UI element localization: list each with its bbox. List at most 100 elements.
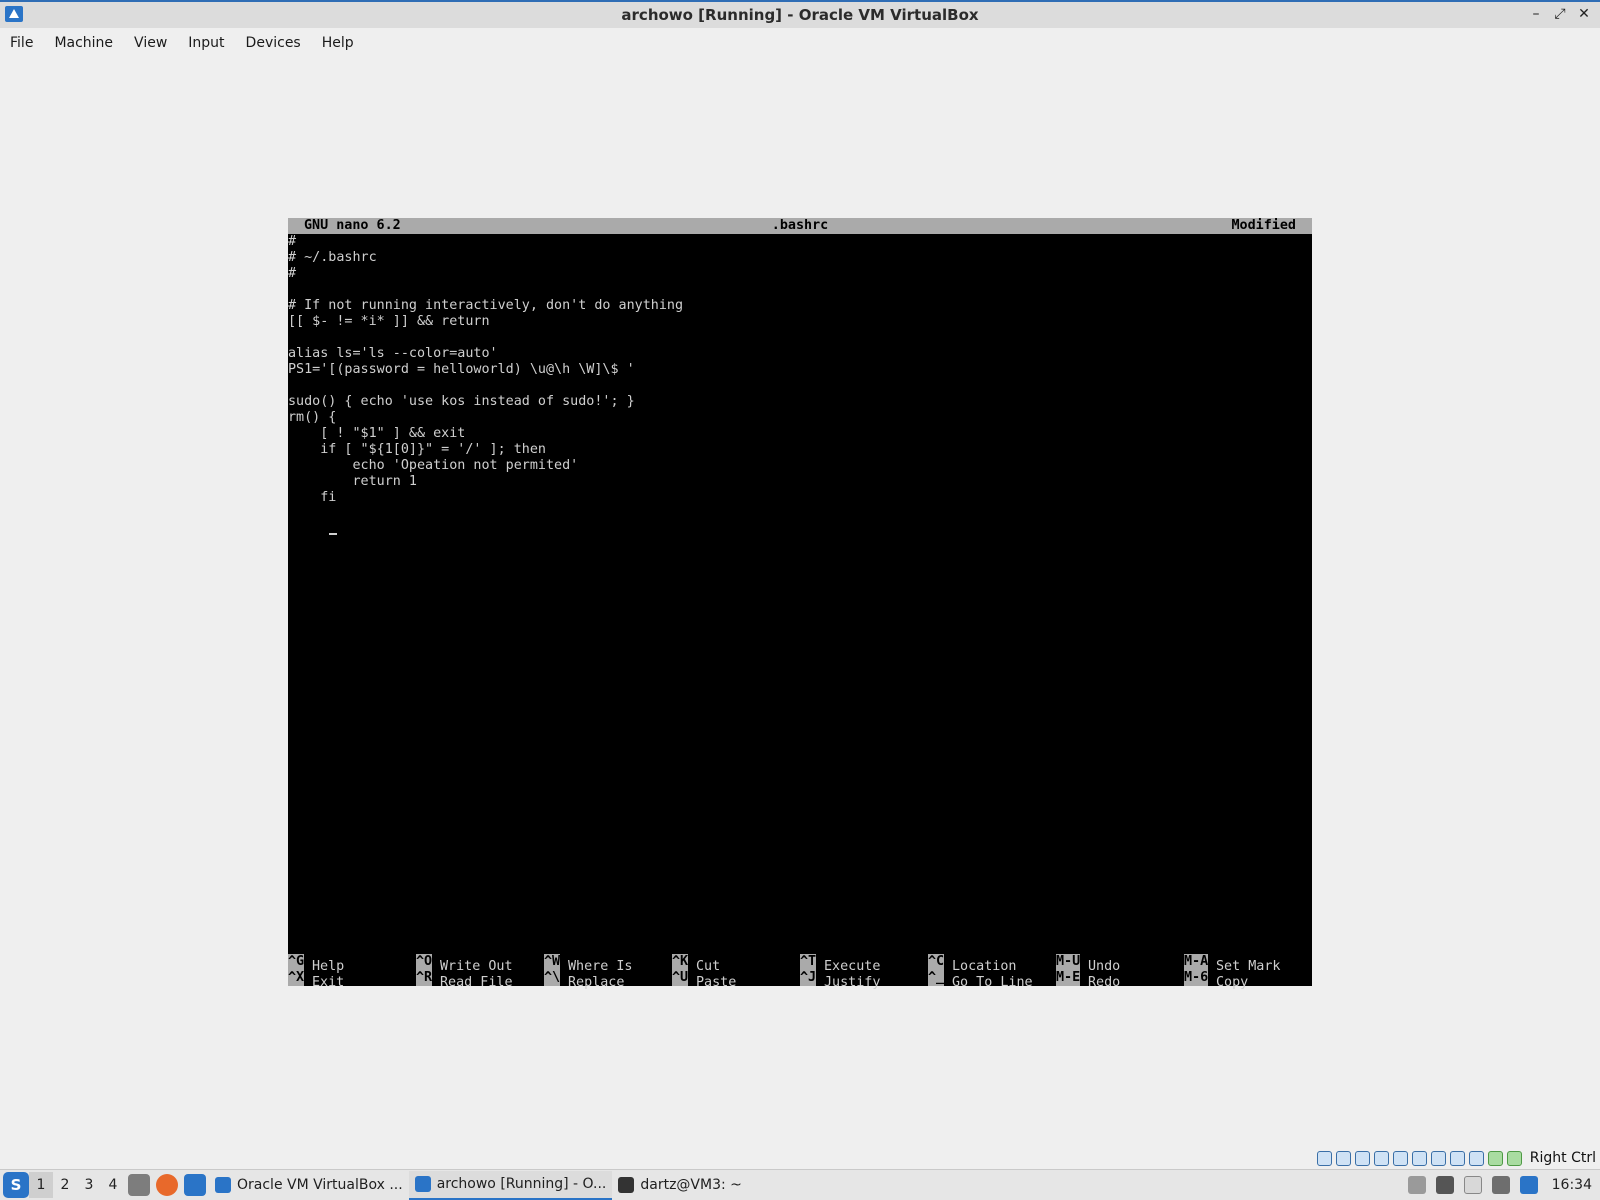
editor-line: # — [288, 234, 297, 249]
mouse-integration-icon[interactable] — [1487, 1150, 1503, 1166]
shortcut-key: ^O — [416, 954, 432, 970]
nano-shortcut-bar: ^G Help ^X Exit ^O Write Out ^R Read File ^W… — [288, 954, 1312, 990]
shortcut-key: M-U — [1056, 954, 1080, 970]
audio-icon[interactable] — [1354, 1150, 1370, 1166]
menu-help[interactable]: Help — [322, 35, 354, 51]
editor-line: rm() { — [288, 410, 337, 425]
shortcut-replace[interactable]: ^\ Replace — [544, 970, 624, 990]
menu-devices[interactable]: Devices — [246, 35, 301, 51]
firefox-icon[interactable] — [156, 1174, 178, 1196]
shortcut-copy[interactable]: M-6 Copy — [1184, 970, 1248, 990]
shortcut-key: M-6 — [1184, 970, 1208, 986]
workspace-3[interactable]: 3 — [77, 1172, 101, 1198]
nano-titlebar: .bashrc GNU nano 6.2 Modified — [288, 218, 1312, 234]
task-label: archowo [Running] - O... — [436, 1176, 607, 1192]
workspace-1[interactable]: 1 — [29, 1172, 53, 1198]
shortcut-go-to-line[interactable]: ^_ Go To Line — [928, 970, 1033, 990]
editor-line: PS1='[(password = helloworld) \u@\h \W]\… — [288, 362, 635, 377]
shortcut-exit[interactable]: ^X Exit — [288, 970, 344, 990]
shortcut-label: Redo — [1088, 975, 1121, 990]
shortcut-undo[interactable]: M-U Undo — [1056, 954, 1120, 974]
workspace-4[interactable]: 4 — [101, 1172, 125, 1198]
shortcut-execute[interactable]: ^T Execute — [800, 954, 880, 974]
shortcut-key: ^J — [800, 970, 816, 986]
clock[interactable]: 16:34 — [1552, 1177, 1592, 1193]
editor-line: # ~/.bashrc — [288, 250, 377, 265]
virtualbox-icon — [414, 1176, 431, 1192]
volume-icon[interactable] — [1435, 1176, 1454, 1194]
text-cursor — [329, 533, 337, 535]
editor-line: [[ $- != *i* ]] && return — [288, 314, 490, 329]
task-terminal[interactable]: dartz@VM3: ~ — [612, 1171, 748, 1200]
editor-line: echo 'Opeation not permited' — [288, 458, 579, 473]
shortcut-key: ^G — [288, 954, 304, 970]
shortcut-set-mark[interactable]: M-A Set Mark — [1184, 954, 1281, 974]
task-label: dartz@VM3: ~ — [640, 1177, 742, 1193]
virtualbox-tray-icon[interactable] — [1519, 1176, 1538, 1194]
window-titlebar: archowo [Running] - Oracle VM VirtualBox… — [0, 0, 1600, 28]
display-icon[interactable] — [1430, 1150, 1446, 1166]
keyboard-capture-icon[interactable] — [1506, 1150, 1522, 1166]
shortcut-where-is[interactable]: ^W Where Is — [544, 954, 633, 974]
maximize-button[interactable]: ⤢ — [1554, 6, 1566, 22]
shortcut-key: ^_ — [928, 970, 944, 986]
updates-icon[interactable] — [1407, 1176, 1426, 1194]
shortcut-paste[interactable]: ^U Paste — [672, 970, 736, 990]
nano-filename: .bashrc — [771, 218, 829, 233]
recording-icon[interactable] — [1449, 1150, 1465, 1166]
editor-line: fi — [288, 490, 337, 505]
network-icon[interactable] — [1373, 1150, 1389, 1166]
shortcut-key: ^\ — [544, 970, 560, 986]
editor-line: # If not running interactively, don't do… — [288, 298, 684, 313]
vt-x-icon[interactable] — [1468, 1150, 1484, 1166]
menu-file[interactable]: File — [10, 35, 33, 51]
close-button[interactable]: ✕ — [1578, 6, 1590, 22]
network-tray-icon[interactable] — [1491, 1176, 1510, 1194]
shortcut-key: ^K — [672, 954, 688, 970]
system-tray: 16:34 — [1407, 1176, 1600, 1194]
start-menu-icon[interactable]: S — [3, 1172, 29, 1198]
menu-machine[interactable]: Machine — [54, 35, 113, 51]
vm-display[interactable]: .bashrc GNU nano 6.2 Modified # # ~/.bas… — [288, 218, 1312, 990]
shortcut-location[interactable]: ^C Location — [928, 954, 1017, 974]
shortcut-label: Go To Line — [952, 975, 1033, 990]
shortcut-cut[interactable]: ^K Cut — [672, 954, 720, 974]
shortcut-key: M-A — [1184, 954, 1208, 970]
usb-icon[interactable] — [1392, 1150, 1408, 1166]
file-manager-icon[interactable] — [128, 1174, 150, 1196]
optical-drive-icon[interactable] — [1335, 1150, 1351, 1166]
host-key-label: Right Ctrl — [1529, 1150, 1596, 1166]
menu-view[interactable]: View — [134, 35, 167, 51]
shortcut-read-file[interactable]: ^R Read File — [416, 970, 513, 990]
editor-line: return 1 — [288, 474, 417, 489]
shortcut-label: Replace — [568, 975, 625, 990]
task-virtualbox-manager[interactable]: Oracle VM VirtualBox ... — [209, 1171, 409, 1200]
editor-line: [ ! "$1" ] && exit — [288, 426, 466, 441]
nano-modified-status: Modified — [1231, 218, 1297, 233]
shortcut-label: Paste — [696, 975, 737, 990]
nano-editor-area[interactable]: # # ~/.bashrc # # If not running interac… — [288, 234, 1312, 934]
menu-input[interactable]: Input — [188, 35, 224, 51]
nano-version: GNU nano 6.2 — [304, 218, 401, 233]
clipboard-icon[interactable] — [1463, 1176, 1482, 1194]
shortcut-key: M-E — [1056, 970, 1080, 986]
editor-line: sudo() { echo 'use kos instead of sudo!'… — [288, 394, 635, 409]
shortcut-justify[interactable]: ^J Justify — [800, 970, 880, 990]
taskbar: S 1 2 3 4 Oracle VM VirtualBox ... archo… — [0, 1169, 1600, 1200]
hard-disk-icon[interactable] — [1316, 1150, 1332, 1166]
task-label: Oracle VM VirtualBox ... — [237, 1177, 403, 1193]
show-desktop-icon[interactable] — [184, 1174, 206, 1196]
virtualbox-manager-icon — [215, 1177, 231, 1193]
editor-line: if [ "${1[0]}" = '/' ]; then — [288, 442, 546, 457]
minimize-button[interactable]: – — [1530, 6, 1542, 22]
shared-folders-icon[interactable] — [1411, 1150, 1427, 1166]
workspace-2[interactable]: 2 — [53, 1172, 77, 1198]
shortcut-label: Read File — [440, 975, 513, 990]
task-archowo-vm[interactable]: archowo [Running] - O... — [408, 1170, 613, 1200]
virtualbox-icon — [5, 6, 23, 22]
shortcut-redo[interactable]: M-E Redo — [1056, 970, 1120, 990]
shortcut-key: ^U — [672, 970, 688, 986]
shortcut-label: Copy — [1216, 975, 1249, 990]
shortcut-write-out[interactable]: ^O Write Out — [416, 954, 513, 974]
shortcut-help[interactable]: ^G Help — [288, 954, 344, 974]
